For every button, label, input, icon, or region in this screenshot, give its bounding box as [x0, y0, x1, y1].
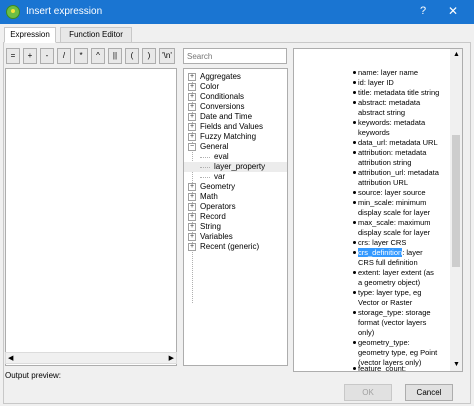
help-line: min_scale: minimum	[358, 198, 427, 207]
expand-icon[interactable]: +	[188, 73, 196, 81]
tree-item-conditionals[interactable]: + Conditionals	[184, 92, 287, 102]
help-line: abstract string	[358, 108, 406, 117]
scrollbar-thumb[interactable]	[452, 135, 460, 267]
operator-multiply-button[interactable]: *	[74, 48, 88, 64]
help-vertical-scrollbar[interactable]: ▲ ▼	[450, 49, 462, 371]
help-line: source: layer source	[358, 188, 426, 197]
scroll-left-icon[interactable]: ◀	[8, 354, 13, 362]
help-line: max_scale: maximum	[358, 218, 431, 227]
operator-close-paren-button[interactable]: )	[142, 48, 156, 64]
expand-icon[interactable]: +	[188, 213, 196, 221]
tree-item-fields-and-values[interactable]: + Fields and Values	[184, 122, 287, 132]
scroll-right-icon[interactable]: ▶	[169, 354, 174, 362]
help-line: format (vector layers	[358, 318, 427, 327]
tree-item-recent-generic[interactable]: + Recent (generic)	[184, 242, 287, 252]
tree-item-eval[interactable]: eval	[184, 152, 287, 162]
help-line: Vector or Raster	[358, 298, 413, 307]
cancel-button[interactable]: Cancel	[405, 384, 453, 401]
output-preview-label: Output preview:	[5, 371, 62, 380]
tree-item-fuzzy-matching[interactable]: + Fuzzy Matching	[184, 132, 287, 142]
tree-item-operators[interactable]: + Operators	[184, 202, 287, 212]
expand-icon[interactable]: +	[188, 183, 196, 191]
operator-minus-button[interactable]: -	[40, 48, 54, 64]
function-tree[interactable]: + Aggregates + Color + Conditionals + Conver…	[183, 68, 288, 366]
help-line: display scale for layer	[358, 208, 431, 217]
expand-icon[interactable]: +	[188, 193, 196, 201]
expand-icon[interactable]: +	[188, 203, 196, 211]
operator-equals-button[interactable]: =	[6, 48, 20, 64]
expand-icon[interactable]: +	[188, 223, 196, 231]
scroll-up-icon[interactable]: ▲	[453, 51, 460, 58]
help-line: abstract: metadata	[358, 98, 421, 107]
help-line-crs-definition: crs_definition: layer	[358, 248, 423, 257]
help-line: a geometry object)	[358, 278, 421, 287]
expand-icon[interactable]: +	[188, 83, 196, 91]
tree-item-geometry[interactable]: + Geometry	[184, 182, 287, 192]
expand-icon[interactable]: +	[188, 103, 196, 111]
help-line: only)	[358, 328, 375, 337]
tree-item-math[interactable]: + Math	[184, 192, 287, 202]
operator-open-paren-button[interactable]: (	[125, 48, 139, 64]
help-line: feature_count:	[358, 364, 406, 371]
help-line: name: layer name	[358, 68, 419, 77]
operator-plus-button[interactable]: +	[23, 48, 37, 64]
help-icon[interactable]: ?	[420, 5, 426, 17]
expand-icon[interactable]: +	[188, 113, 196, 121]
help-line: crs: layer CRS	[358, 238, 407, 247]
expand-icon[interactable]: +	[188, 93, 196, 101]
tab-function-editor[interactable]: Function Editor	[60, 27, 132, 43]
ok-button[interactable]: OK	[344, 384, 392, 401]
tree-item-layer-property[interactable]: layer_property	[184, 162, 287, 172]
tree-item-string[interactable]: + String	[184, 222, 287, 232]
help-line: keywords: metadata	[358, 118, 426, 127]
help-line: data_url: metadata URL	[358, 138, 438, 147]
title-bar: Insert expression ? ✕	[0, 0, 474, 24]
expand-icon[interactable]: +	[188, 133, 196, 141]
operator-divide-button[interactable]: /	[57, 48, 71, 64]
function-search-input[interactable]	[183, 48, 287, 64]
help-line: type: layer type, eg	[358, 288, 422, 297]
expand-icon[interactable]: +	[188, 243, 196, 251]
tree-item-date-and-time[interactable]: + Date and Time	[184, 112, 287, 122]
tree-item-record[interactable]: + Record	[184, 212, 287, 222]
expression-editor[interactable]	[5, 68, 177, 366]
help-line: title: metadata title string	[358, 88, 440, 97]
help-line: attribution string	[358, 158, 412, 167]
expression-horizontal-scrollbar[interactable]: ◀ ▶	[5, 352, 177, 364]
tree-item-color[interactable]: + Color	[184, 82, 287, 92]
help-line: CRS full definition	[358, 258, 418, 267]
help-line: attribution: metadata	[358, 148, 427, 157]
expand-icon[interactable]: +	[188, 123, 196, 131]
tree-item-general[interactable]: − General	[184, 142, 287, 152]
help-line: attribution_url: metadata	[358, 168, 439, 177]
tree-item-aggregates[interactable]: + Aggregates	[184, 72, 287, 82]
qgis-logo-icon	[6, 5, 20, 19]
help-line: storage_type: storage	[358, 308, 431, 317]
selected-text: crs_definition	[358, 248, 403, 257]
help-line: geometry type, eg Point	[358, 348, 438, 357]
expand-icon[interactable]: +	[188, 233, 196, 241]
operator-power-button[interactable]: ^	[91, 48, 105, 64]
help-line: keywords	[358, 128, 390, 137]
tab-expression[interactable]: Expression	[4, 27, 56, 43]
tree-item-var[interactable]: var	[184, 172, 287, 182]
operator-concat-button[interactable]: ||	[108, 48, 122, 64]
help-line: display scale for layer	[358, 228, 431, 237]
close-icon[interactable]: ✕	[448, 4, 458, 18]
window-title: Insert expression	[26, 6, 103, 17]
scroll-down-icon[interactable]: ▼	[453, 361, 460, 368]
help-line: geometry_type:	[358, 338, 410, 347]
tree-item-conversions[interactable]: + Conversions	[184, 102, 287, 112]
tree-item-variables[interactable]: + Variables	[184, 232, 287, 242]
help-line: id: layer ID	[358, 78, 394, 87]
collapse-icon[interactable]: −	[188, 143, 196, 151]
operator-newline-button[interactable]: '\n'	[159, 48, 175, 64]
help-line: extent: layer extent (as	[358, 268, 434, 277]
help-line: attribution URL	[358, 178, 409, 187]
